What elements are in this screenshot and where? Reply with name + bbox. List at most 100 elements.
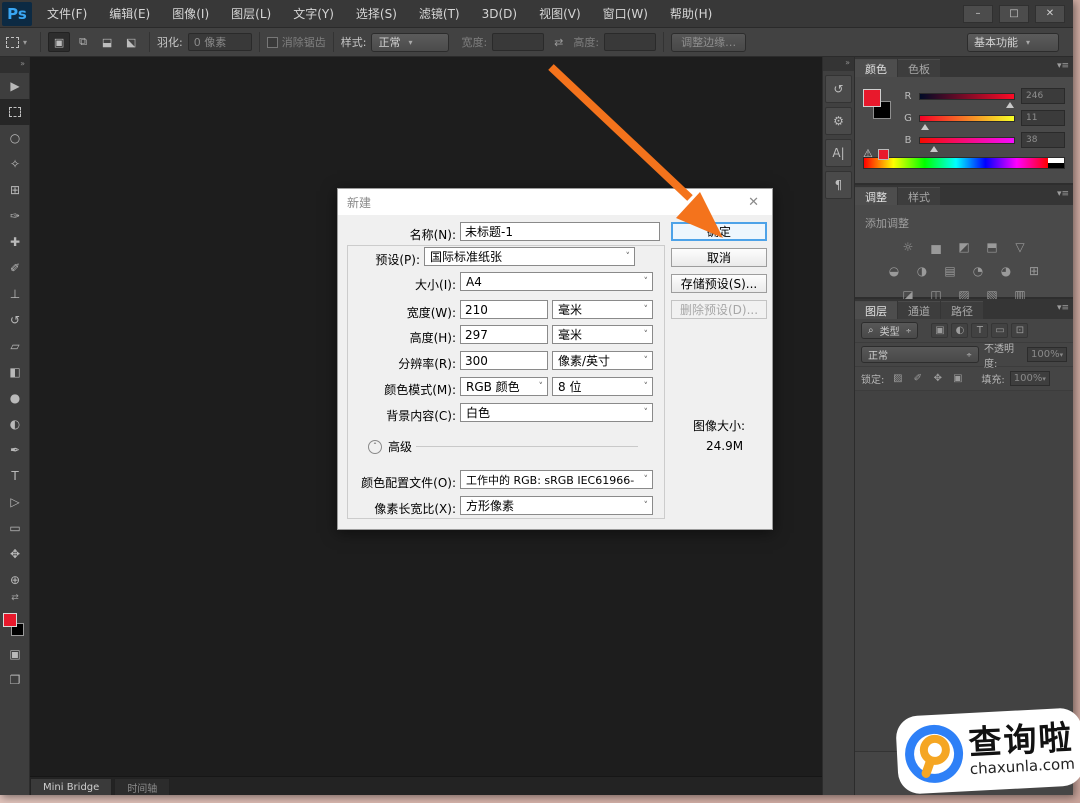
size-select[interactable]: A4˅: [460, 272, 653, 291]
gamut-color-swatch[interactable]: [878, 149, 889, 160]
workspace-select[interactable]: 基本功能▾: [967, 33, 1059, 52]
B-value-input[interactable]: 38: [1021, 132, 1065, 148]
hue-saturation-icon[interactable]: ◒: [885, 263, 903, 279]
path-selection-tool[interactable]: ▷: [0, 489, 30, 515]
filter-shape-layers-icon[interactable]: ▭: [991, 323, 1008, 338]
channel-mixer-icon[interactable]: ◕: [997, 263, 1015, 279]
menu-item-1[interactable]: 编辑(E): [98, 0, 161, 28]
pen-tool[interactable]: ✒: [0, 437, 30, 463]
foreground-color-swatch[interactable]: [863, 89, 881, 107]
panel-menu-icon[interactable]: ▾≡: [1057, 189, 1069, 199]
width-input[interactable]: [460, 300, 548, 319]
anti-alias-checkbox[interactable]: [267, 37, 278, 48]
save-preset-button[interactable]: 存储预设(S)...: [671, 274, 767, 293]
menu-item-8[interactable]: 视图(V): [528, 0, 592, 28]
rectangle-tool[interactable]: ▭: [0, 515, 30, 541]
crop-tool[interactable]: ⊞: [0, 177, 30, 203]
gradient-tool[interactable]: ◧: [0, 359, 30, 385]
ok-button[interactable]: 确定: [671, 222, 767, 241]
menu-item-9[interactable]: 窗口(W): [592, 0, 659, 28]
intersect-selection-button[interactable]: ⬕: [120, 32, 142, 52]
type-tool[interactable]: T: [0, 463, 30, 489]
fill-value[interactable]: 100%▾: [1010, 371, 1050, 386]
levels-icon[interactable]: ▅: [927, 239, 945, 255]
color-mode-select[interactable]: RGB 颜色˅: [460, 377, 548, 396]
color-profile-select[interactable]: 工作中的 RGB: sRGB IEC61966-2.1˅: [460, 470, 653, 489]
height-input[interactable]: [460, 325, 548, 344]
subtract-from-selection-button[interactable]: ⬓: [96, 32, 118, 52]
width-unit-select[interactable]: 毫米˅: [552, 300, 653, 319]
width-input[interactable]: [492, 33, 544, 51]
lock-all-icon[interactable]: ▣: [949, 371, 966, 386]
move-tool[interactable]: ▶: [0, 73, 30, 99]
eyedropper-tool[interactable]: ✑: [0, 203, 30, 229]
R-slider[interactable]: [919, 93, 1015, 100]
menu-item-4[interactable]: 文字(Y): [282, 0, 345, 28]
menu-item-7[interactable]: 3D(D): [471, 0, 528, 28]
new-selection-button[interactable]: ▣: [48, 32, 70, 52]
zoom-tool[interactable]: ⊕: [0, 567, 30, 593]
minimize-button[interactable]: –: [963, 5, 993, 23]
paragraph-panel-icon[interactable]: ¶: [825, 171, 852, 199]
layer-filter-type-select[interactable]: ⌕ 类型 ÷: [861, 322, 918, 339]
history-panel-icon[interactable]: ↺: [825, 75, 852, 103]
curves-icon[interactable]: ◩: [955, 239, 973, 255]
layers-list[interactable]: [855, 391, 1073, 751]
filter-smart-objects-icon[interactable]: ⊡: [1011, 323, 1028, 338]
preset-select[interactable]: 国际标准纸张˅: [424, 247, 635, 266]
quick-mask-button[interactable]: ▣: [0, 641, 30, 667]
lock-position-icon[interactable]: ✥: [929, 371, 946, 386]
menu-item-2[interactable]: 图像(I): [161, 0, 220, 28]
close-button[interactable]: ✕: [1035, 5, 1065, 23]
panel-menu-icon[interactable]: ▾≡: [1057, 303, 1069, 313]
menu-item-6[interactable]: 滤镜(T): [408, 0, 471, 28]
height-unit-select[interactable]: 毫米˅: [552, 325, 653, 344]
resolution-input[interactable]: [460, 351, 548, 370]
tab-styles[interactable]: 样式: [898, 187, 940, 205]
exposure-icon[interactable]: ⬒: [983, 239, 1001, 255]
foreground-color-swatch[interactable]: [3, 613, 17, 627]
name-input[interactable]: [460, 222, 660, 241]
tab-color[interactable]: 颜色: [855, 59, 897, 77]
background-select[interactable]: 白色˅: [460, 403, 653, 422]
lock-transparent-pixels-icon[interactable]: ▨: [889, 371, 906, 386]
filter-adjustment-layers-icon[interactable]: ◐: [951, 323, 968, 338]
color-depth-select[interactable]: 8 位˅: [552, 377, 653, 396]
refine-edge-button[interactable]: 调整边缘…: [671, 33, 746, 52]
advanced-toggle[interactable]: ˆ 高级: [368, 438, 412, 455]
filter-type-layers-icon[interactable]: T: [971, 323, 988, 338]
add-to-selection-button[interactable]: ⧉: [72, 32, 94, 52]
cancel-button[interactable]: 取消: [671, 248, 767, 267]
character-panel-icon[interactable]: A|: [825, 139, 852, 167]
vibrance-icon[interactable]: ▽: [1011, 239, 1029, 255]
opacity-value[interactable]: 100%▾: [1027, 347, 1067, 362]
brush-tool[interactable]: ✐: [0, 255, 30, 281]
blend-mode-select[interactable]: 正常 ÷: [861, 346, 979, 363]
menu-item-0[interactable]: 文件(F): [36, 0, 98, 28]
pixel-aspect-select[interactable]: 方形像素˅: [460, 496, 653, 515]
black-white-icon[interactable]: ▤: [941, 263, 959, 279]
properties-panel-icon[interactable]: ⚙: [825, 107, 852, 135]
bottom-tab-0[interactable]: Mini Bridge: [30, 778, 112, 795]
blur-tool[interactable]: ●: [0, 385, 30, 411]
rectangular-marquee-tool[interactable]: [0, 99, 30, 125]
resolution-unit-select[interactable]: 像素/英寸˅: [552, 351, 653, 370]
G-value-input[interactable]: 11: [1021, 110, 1065, 126]
expand-panels-icon[interactable]: »: [823, 57, 854, 71]
history-brush-tool[interactable]: ↺: [0, 307, 30, 333]
swap-dimensions-icon[interactable]: ⇄: [554, 36, 563, 49]
tab-swatches[interactable]: 色板: [898, 59, 940, 77]
gamut-warning-icon[interactable]: ⚠: [863, 147, 873, 160]
panel-menu-icon[interactable]: ▾≡: [1057, 61, 1069, 71]
height-input[interactable]: [604, 33, 656, 51]
screen-mode-button[interactable]: ❐: [0, 667, 30, 693]
menu-item-3[interactable]: 图层(L): [220, 0, 282, 28]
photo-filter-icon[interactable]: ◔: [969, 263, 987, 279]
lock-image-pixels-icon[interactable]: ✐: [909, 371, 926, 386]
style-select[interactable]: 正常▾: [371, 33, 449, 52]
tab-paths[interactable]: 路径: [941, 301, 983, 319]
brightness-contrast-icon[interactable]: ☼: [899, 239, 917, 255]
bottom-tab-1[interactable]: 时间轴: [114, 778, 170, 795]
hand-tool[interactable]: ✥: [0, 541, 30, 567]
color-lookup-icon[interactable]: ⊞: [1025, 263, 1043, 279]
